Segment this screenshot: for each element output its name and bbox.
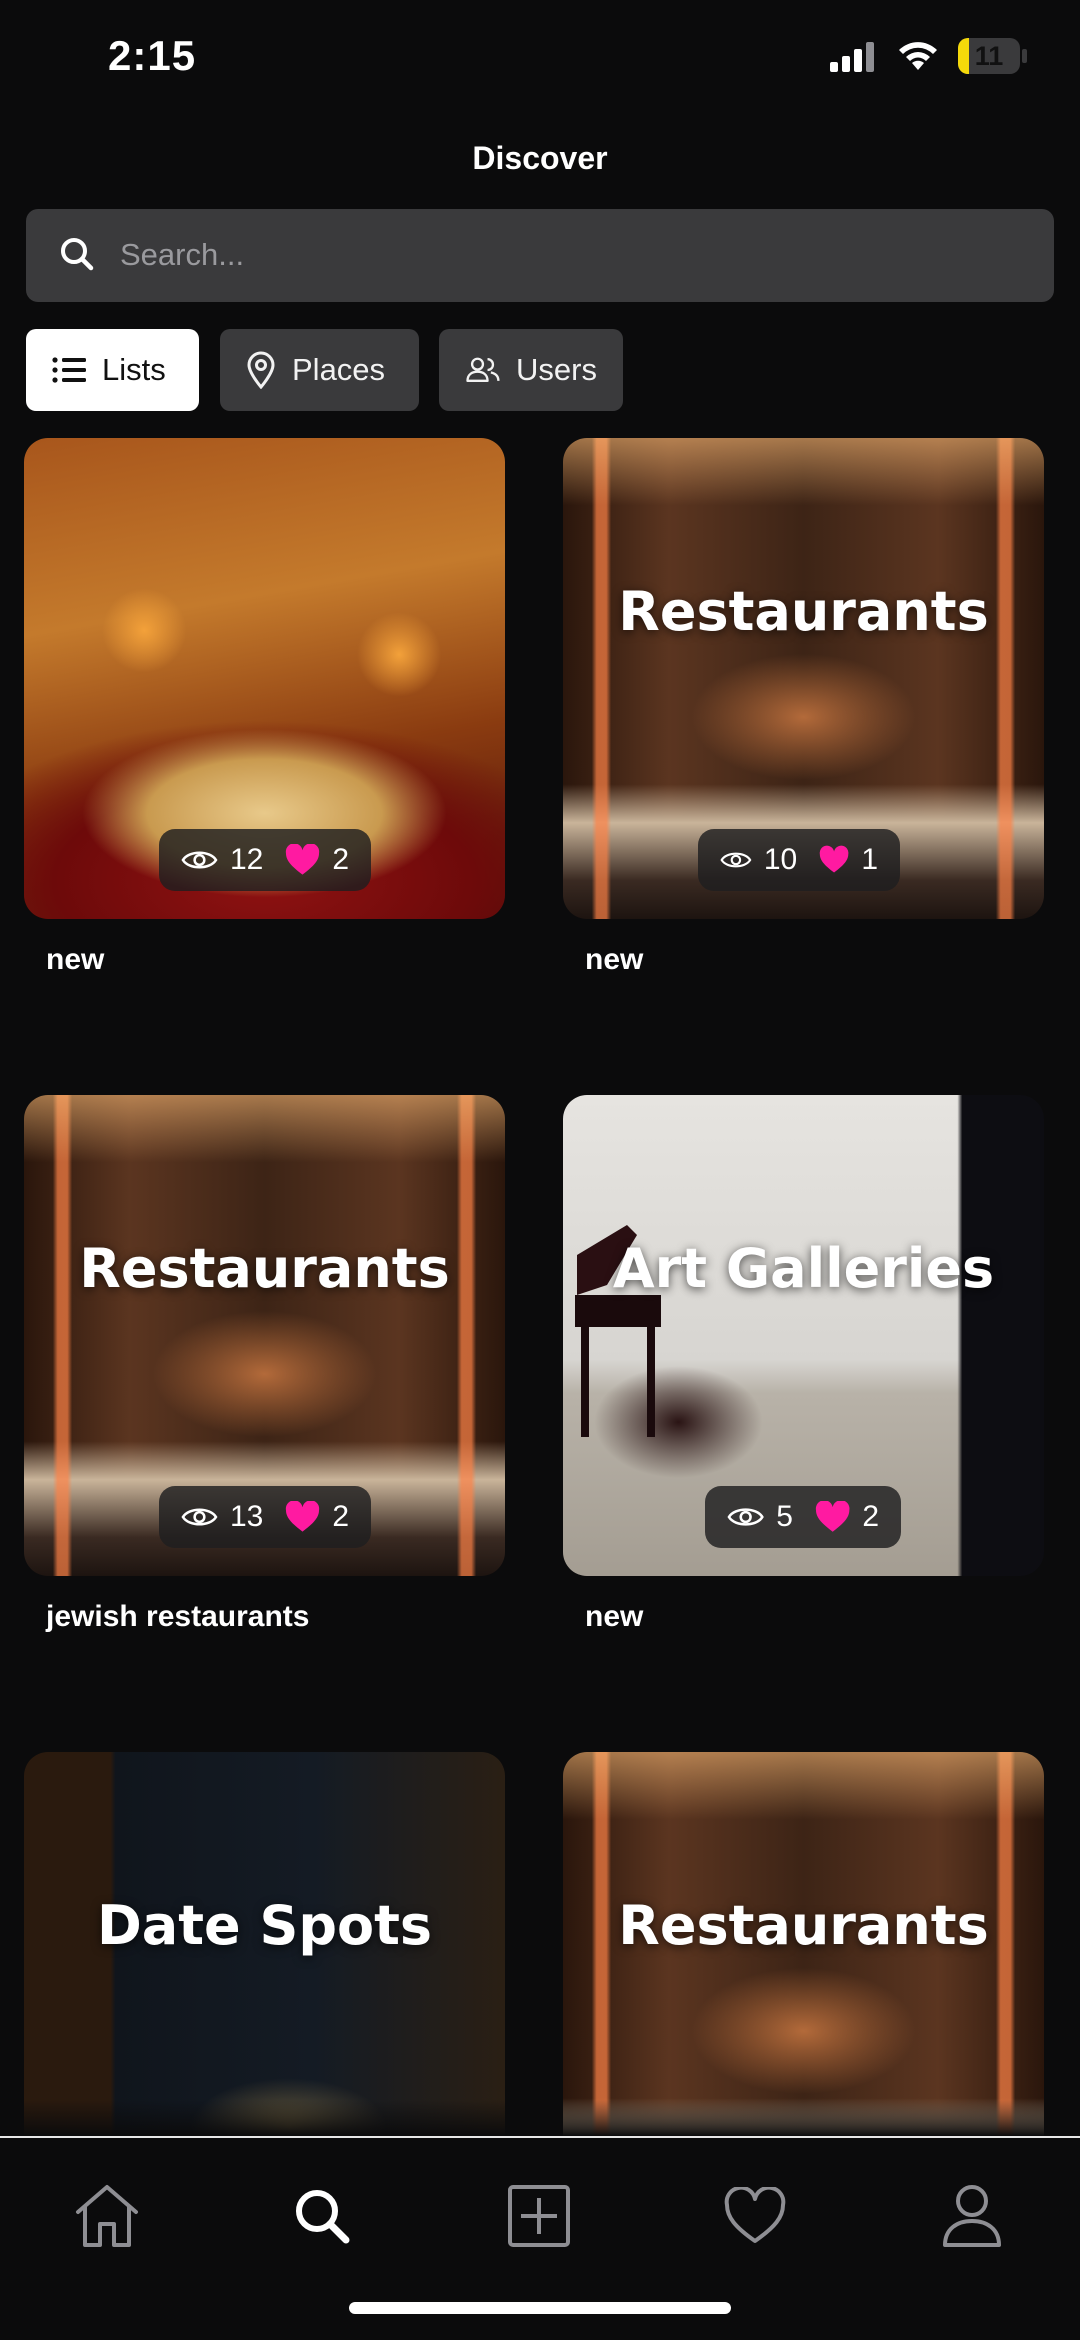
card-title: Date Spots	[96, 1894, 433, 1957]
list-card[interactable]: Restaurants 10 1	[563, 438, 1044, 919]
like-count: 2	[862, 1500, 879, 1533]
view-count: 13	[229, 1500, 264, 1533]
tab-users-label: Users	[516, 352, 597, 387]
heart-filled-icon	[819, 845, 849, 873]
eye-icon	[720, 852, 752, 868]
tab-users[interactable]: Users	[439, 329, 623, 411]
eye-icon	[181, 1508, 218, 1526]
tab-home[interactable]	[67, 2176, 147, 2256]
page-title: Discover	[472, 140, 608, 176]
view-count: 5	[776, 1500, 793, 1533]
list-card[interactable]: 12 2	[24, 438, 505, 919]
tab-favorites[interactable]	[715, 2176, 795, 2256]
tab-search[interactable]	[282, 2176, 362, 2256]
battery-icon: 11	[958, 38, 1020, 74]
heart-filled-icon	[286, 1501, 320, 1532]
search-icon	[61, 238, 94, 271]
like-count: 1	[861, 843, 878, 876]
card-caption: new	[46, 943, 105, 976]
search-input[interactable]: Search...	[120, 237, 244, 273]
scroll-fade	[0, 2100, 1080, 2136]
like-count: 2	[332, 843, 349, 876]
heart-icon	[724, 2187, 786, 2243]
list-card[interactable]: Art Galleries 5 2	[563, 1095, 1044, 1576]
card-stats: 10 1	[698, 829, 900, 891]
list-card[interactable]: Restaurants 13 2	[24, 1095, 505, 1576]
card-stats: 12 2	[159, 829, 371, 891]
card-caption: new	[585, 943, 644, 976]
map-pin-icon	[247, 351, 275, 389]
like-count: 2	[332, 1500, 349, 1533]
tab-profile[interactable]	[932, 2176, 1012, 2256]
home-indicator	[349, 2302, 731, 2314]
list-icon	[52, 357, 86, 383]
search-bar[interactable]: Search...	[26, 209, 1054, 302]
tab-places[interactable]: Places	[220, 329, 419, 411]
users-icon	[466, 357, 500, 383]
battery-level: 11	[974, 41, 1004, 71]
heart-filled-icon	[286, 844, 320, 875]
tab-lists-label: Lists	[102, 352, 166, 387]
status-time: 2:15	[108, 32, 197, 79]
heart-filled-icon	[815, 1501, 850, 1532]
search-icon	[296, 2190, 350, 2244]
tab-lists[interactable]: Lists	[26, 329, 199, 411]
card-caption: new	[585, 1600, 644, 1633]
eye-icon	[181, 851, 218, 869]
cellular-signal-icon	[830, 42, 874, 72]
card-title: Art Galleries	[612, 1237, 995, 1300]
status-bar: 2:15 11	[0, 0, 1080, 110]
view-count: 12	[229, 843, 264, 876]
add-square-icon	[508, 2185, 570, 2247]
view-count: 10	[763, 843, 798, 876]
home-icon	[76, 2185, 138, 2247]
tab-places-label: Places	[292, 352, 386, 387]
card-stats: 13 2	[159, 1486, 371, 1548]
card-caption: jewish restaurants	[46, 1600, 310, 1633]
profile-icon	[943, 2185, 1001, 2247]
wifi-icon	[899, 42, 937, 70]
eye-icon	[727, 1508, 764, 1526]
battery-cap	[1022, 49, 1027, 63]
card-title: Restaurants	[79, 1237, 450, 1300]
card-stats: 5 2	[705, 1486, 901, 1548]
tab-create[interactable]	[499, 2176, 579, 2256]
card-title: Restaurants	[618, 580, 989, 643]
card-title: Restaurants	[618, 1894, 989, 1957]
